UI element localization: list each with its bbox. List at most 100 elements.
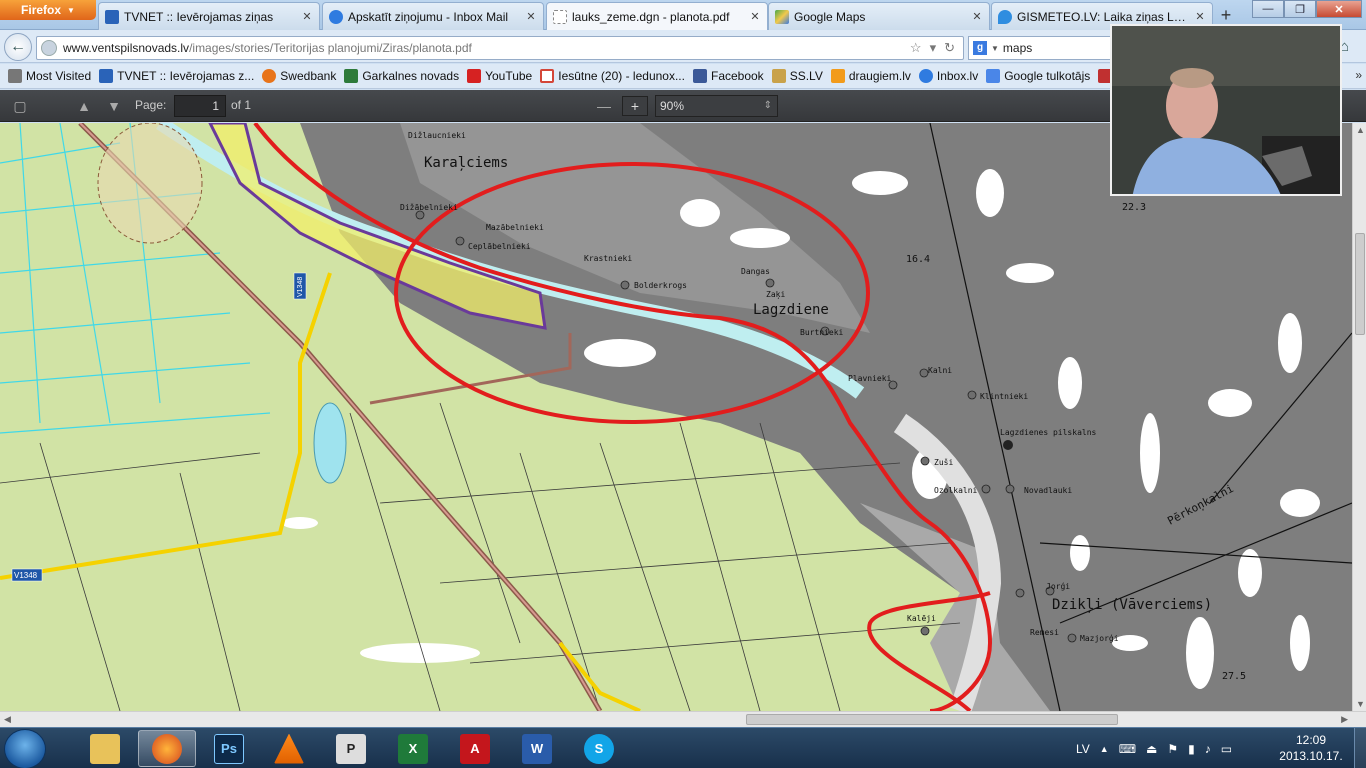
page-number-input[interactable]: 1 (174, 95, 226, 117)
tab-tvnet[interactable]: TVNET :: Ievērojamas ziņas ✕ (98, 2, 320, 30)
taskbar-excel[interactable]: X (384, 730, 442, 767)
hatched-zone (97, 123, 203, 244)
close-window-button[interactable]: ✕ (1316, 0, 1362, 18)
taskbar-file-explorer[interactable] (76, 730, 134, 767)
clock-date: 2013.10.17. (1279, 749, 1343, 763)
bookmark-google-translate[interactable]: Google tulkotājs (982, 69, 1094, 83)
url-text: www.ventspilsnovads.lv/images/stories/Te… (63, 41, 472, 55)
search-bar[interactable]: g ▼ maps (968, 36, 1118, 60)
vertical-scroll-thumb[interactable] (1355, 233, 1365, 335)
farm-label: Novadlauki (1024, 486, 1072, 495)
farm-label: Bolderkrogs (634, 281, 687, 290)
tvnet-icon (99, 69, 114, 83)
firefox-menu-button[interactable]: Firefox ▼ (0, 0, 96, 20)
back-button[interactable]: ← (4, 33, 32, 61)
sidebar-toggle-icon[interactable]: ▢ (10, 96, 30, 116)
bookmark-gmail[interactable]: Iesūtne (20) - ledunox... (536, 69, 689, 83)
farm-label: Klintnieki (980, 392, 1028, 401)
bookmark-label: Google tulkotājs (1004, 69, 1091, 83)
chevron-down-icon[interactable]: ▼ (991, 44, 999, 53)
show-hidden-icons[interactable]: ▲ (1100, 744, 1109, 754)
bookmarks-overflow-button[interactable]: » (1355, 68, 1362, 82)
paint-icon: P (336, 733, 366, 764)
close-tab-icon[interactable]: ✕ (301, 10, 313, 23)
taskbar-word[interactable]: W (508, 730, 566, 767)
bookmark-facebook[interactable]: Facebook (689, 69, 768, 83)
arrow-left-icon: ← (10, 38, 26, 55)
zoom-out-button[interactable]: — (592, 96, 616, 116)
power-icon[interactable]: ▭ (1221, 742, 1232, 756)
horizontal-scrollbar[interactable]: ◀ ▶ (0, 711, 1366, 727)
bookmark-label: Most Visited (26, 69, 92, 83)
document-icon (553, 9, 567, 24)
bookmark-tvnet[interactable]: TVNET :: Ievērojamas z... (95, 69, 258, 83)
flag-icon[interactable]: ⚑ (1167, 742, 1178, 756)
close-tab-icon[interactable]: ✕ (971, 10, 983, 23)
reload-icon[interactable]: ↻ (944, 40, 955, 56)
scroll-left-icon[interactable]: ◀ (4, 714, 11, 725)
vertical-scrollbar[interactable]: ▲ ▼ (1352, 123, 1366, 711)
zoom-in-button[interactable]: + (622, 96, 648, 116)
zoom-select[interactable]: 90% ⇕ (655, 95, 778, 117)
tab-planota-pdf[interactable]: lauks_zeme.dgn - planota.pdf ✕ (546, 2, 768, 30)
webcam-overlay[interactable] (1110, 24, 1342, 196)
pdf-map-viewer[interactable]: Karaļciems Lagzdiene Dzikļi (Vāverciems)… (0, 123, 1352, 711)
history-dropdown-icon[interactable]: ▾ (930, 40, 937, 56)
gmail-icon (540, 69, 555, 83)
close-tab-icon[interactable]: ✕ (1194, 10, 1206, 23)
network-icon[interactable]: ▮ (1188, 742, 1195, 756)
inbox-icon (329, 9, 343, 24)
keyboard-icon[interactable]: ⌨ (1119, 742, 1136, 756)
webcam-feed (1112, 26, 1340, 194)
bookmark-garkalnes[interactable]: Garkalnes novads (340, 69, 463, 83)
bookmark-swedbank[interactable]: Swedbank (258, 69, 340, 83)
vlc-cone-icon (274, 733, 304, 764)
chevron-down-icon: ▼ (67, 5, 75, 15)
previous-page-icon[interactable]: ▲ (74, 96, 94, 116)
clock[interactable]: 12:09 2013.10.17. (1276, 732, 1346, 764)
taskbar-acrobat[interactable]: A (446, 730, 504, 767)
word-icon: W (522, 733, 552, 764)
scroll-down-icon[interactable]: ▼ (1356, 699, 1365, 709)
horizontal-scroll-thumb[interactable] (746, 714, 1118, 725)
tab-inbox-mail[interactable]: Apskatīt ziņojumu - Inbox Mail ✕ (322, 2, 544, 30)
taskbar-photoshop[interactable]: Ps (200, 730, 258, 767)
taskbar-firefox[interactable] (138, 730, 196, 767)
url-bar[interactable]: www.ventspilsnovads.lv/images/stories/Te… (36, 36, 964, 60)
url-bar-icons: ☆ ▾ ↻ (910, 40, 955, 56)
scroll-up-icon[interactable]: ▲ (1356, 125, 1365, 135)
volume-icon[interactable]: ♪ (1205, 742, 1211, 756)
farm-label: Burtnieki (800, 328, 844, 337)
bookmark-most-visited[interactable]: Most Visited (4, 69, 95, 83)
scroll-right-icon[interactable]: ▶ (1341, 714, 1348, 725)
show-desktop-button[interactable] (1354, 728, 1366, 768)
minimize-button[interactable]: — (1252, 0, 1284, 18)
bookmark-star-icon[interactable]: ☆ (910, 40, 922, 56)
elevation-label: 16.4 (906, 254, 930, 265)
window-controls: — ❐ ✕ (1252, 0, 1362, 18)
maximize-button[interactable]: ❐ (1284, 0, 1316, 18)
bookmark-inbox[interactable]: Inbox.lv (915, 69, 982, 83)
folder-icon (90, 733, 120, 764)
bookmark-youtube[interactable]: YouTube (463, 69, 536, 83)
close-tab-icon[interactable]: ✕ (525, 10, 537, 23)
tab-google-maps[interactable]: Google Maps ✕ (768, 2, 990, 30)
taskbar-skype[interactable]: S (570, 730, 628, 767)
bookmark-icon (8, 69, 22, 83)
firefox-icon (152, 733, 182, 764)
farm-label: Plavnieki (848, 374, 892, 383)
next-page-icon[interactable]: ▼ (104, 96, 124, 116)
farm-label: Ceplābelnieki (468, 242, 531, 251)
bookmark-sslv[interactable]: SS.LV (768, 69, 827, 83)
close-tab-icon[interactable]: ✕ (749, 10, 761, 23)
url-host: www.ventspilsnovads.lv (63, 41, 190, 55)
taskbar-paint[interactable]: P (322, 730, 380, 767)
bookmark-draugiem[interactable]: draugiem.lv (827, 69, 915, 83)
language-indicator[interactable]: LV (1076, 742, 1090, 756)
search-input[interactable]: maps (1003, 41, 1032, 55)
bookmark-label: SS.LV (789, 69, 823, 83)
start-button[interactable] (4, 729, 46, 768)
taskbar-vlc[interactable] (260, 730, 318, 767)
tab-label: GISMETEO.LV: Laika ziņas Latvij... (1017, 9, 1189, 24)
usb-icon[interactable]: ⏏ (1146, 742, 1157, 756)
